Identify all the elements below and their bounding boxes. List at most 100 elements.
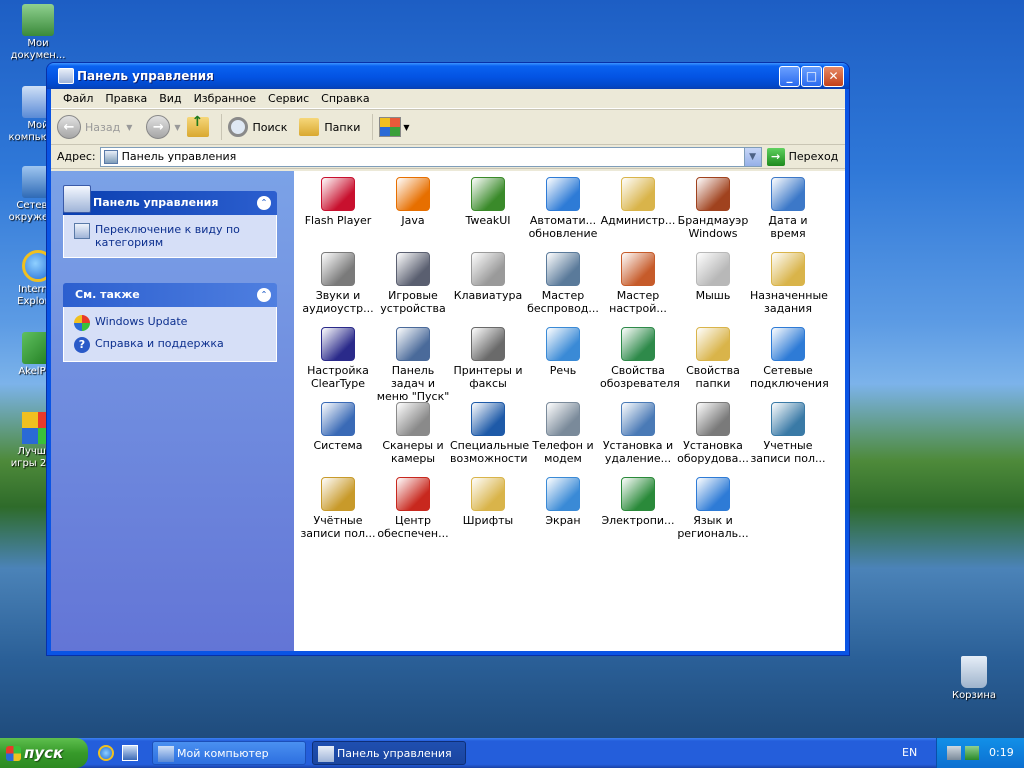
forward-dropdown-icon[interactable]: ▼ — [174, 123, 180, 132]
menu-favorites[interactable]: Избранное — [188, 92, 262, 105]
forward-button[interactable]: → ▼ — [146, 115, 181, 139]
menu-help[interactable]: Справка — [315, 92, 375, 105]
control-panel-item[interactable]: Речь — [525, 327, 601, 377]
control-panel-item[interactable]: Клавиатура — [450, 252, 526, 302]
control-panel-item[interactable]: Учетные записи пол... — [750, 402, 826, 465]
menu-file[interactable]: Файл — [57, 92, 99, 105]
control-panel-item-label: Клавиатура — [453, 289, 523, 302]
control-panel-item[interactable]: Система — [300, 402, 376, 452]
control-panel-item-icon — [396, 252, 430, 286]
close-button[interactable]: ✕ — [823, 66, 844, 87]
address-dropdown-icon[interactable]: ▼ — [743, 147, 761, 166]
language-indicator[interactable]: EN — [902, 746, 917, 759]
control-panel-item[interactable]: Настройка ClearType — [300, 327, 376, 390]
system-tray: 0:19 — [936, 738, 1024, 768]
address-value: Панель управления — [121, 150, 237, 163]
toolbar-separator — [372, 114, 374, 140]
control-panel-item[interactable]: Язык и региональ... — [675, 477, 751, 540]
panel-header-see-also[interactable]: См. также ⌃ — [63, 283, 277, 307]
taskbar-task-my-computer[interactable]: Мой компьютер — [152, 741, 306, 765]
control-panel-item[interactable]: Сетевые подключения — [750, 327, 829, 390]
control-panel-item[interactable]: Панель задач и меню "Пуск" — [375, 327, 451, 403]
control-panel-item[interactable]: Назначенные задания — [750, 252, 828, 315]
control-panel-item[interactable]: Мастер настрой... — [600, 252, 676, 315]
control-panel-item[interactable]: Сканеры и камеры — [375, 402, 451, 465]
control-panel-item-icon — [696, 477, 730, 511]
control-panel-item-label: Мастер беспровод... — [527, 289, 599, 315]
control-panel-item-icon — [621, 402, 655, 436]
control-panel-item-icon — [696, 402, 730, 436]
desktop-icon-my-documents[interactable]: Мои докумен... — [8, 4, 68, 62]
back-dropdown-icon[interactable]: ▼ — [126, 123, 132, 132]
control-panel-item-icon — [396, 327, 430, 361]
control-panel-item[interactable]: Свойства обозревателя — [600, 327, 680, 390]
control-panel-item[interactable]: Звуки и аудиоустр... — [300, 252, 376, 315]
control-panel-item[interactable]: Телефон и модем — [525, 402, 601, 465]
back-button[interactable]: ← Назад ▼ — [57, 115, 132, 139]
views-button[interactable]: ▼ — [379, 117, 410, 137]
control-panel-item[interactable]: Установка и удаление... — [600, 402, 676, 465]
control-panel-item[interactable]: Дата и время — [750, 177, 826, 240]
safely-remove-tray-icon[interactable] — [965, 746, 979, 760]
control-panel-item-label: Дата и время — [768, 214, 808, 240]
category-view-icon — [74, 223, 90, 239]
control-panel-item[interactable]: Java — [375, 177, 451, 227]
go-button[interactable]: → Переход — [766, 147, 838, 166]
control-panel-item[interactable]: Учётные записи пол... — [300, 477, 376, 540]
taskbar-task-control-panel[interactable]: Панель управления — [312, 741, 466, 765]
control-panel-item[interactable]: Flash Player — [300, 177, 376, 227]
help-and-support-link[interactable]: ? Справка и поддержка — [74, 337, 268, 353]
control-panel-item-label: TweakUI — [465, 214, 511, 227]
control-panel-item[interactable]: Свойства папки — [675, 327, 751, 390]
control-panel-item[interactable]: Центр обеспечен... — [375, 477, 451, 540]
control-panel-item[interactable]: Брандмауэр Windows — [675, 177, 751, 240]
title-bar[interactable]: Панель управления _ □ ✕ — [47, 63, 849, 89]
control-panel-item[interactable]: Принтеры и факсы — [450, 327, 526, 390]
panel-see-also: См. также ⌃ Windows Update ? Справка и п… — [63, 283, 277, 362]
collapse-chevron-icon[interactable]: ⌃ — [257, 288, 271, 302]
quick-launch-desktop-icon[interactable] — [122, 745, 138, 761]
switch-to-category-view-link[interactable]: Переключение к виду по категориям — [74, 223, 268, 249]
search-button[interactable]: Поиск — [227, 117, 287, 137]
windows-update-link[interactable]: Windows Update — [74, 315, 268, 331]
up-folder-icon: ↑ — [186, 114, 209, 137]
control-panel-item[interactable]: Администр... — [600, 177, 676, 227]
control-panel-item-label: Администр... — [600, 214, 676, 227]
go-arrow-icon: → — [766, 147, 785, 166]
control-panel-item[interactable]: Электропи... — [600, 477, 676, 527]
control-panel-item[interactable]: Автомати... обновление — [525, 177, 601, 240]
control-panel-item-icon — [396, 477, 430, 511]
control-panel-small-icon — [103, 149, 118, 164]
menu-edit[interactable]: Правка — [99, 92, 153, 105]
control-panel-item[interactable]: Игровые устройства — [375, 252, 451, 315]
control-panel-item[interactable]: TweakUI — [450, 177, 526, 227]
maximize-button[interactable]: □ — [801, 66, 822, 87]
control-panel-item[interactable]: Специальные возможности — [450, 402, 529, 465]
control-panel-item[interactable]: Экран — [525, 477, 601, 527]
quick-launch-ie-icon[interactable] — [98, 745, 114, 761]
collapse-chevron-icon[interactable]: ⌃ — [257, 196, 271, 210]
control-panel-item[interactable]: Установка оборудова... — [675, 402, 751, 465]
control-panel-item[interactable]: Мышь — [675, 252, 751, 302]
start-button[interactable]: пуск — [0, 738, 88, 768]
control-panel-item-icon — [471, 177, 505, 211]
control-panel-item[interactable]: Мастер беспровод... — [525, 252, 601, 315]
desktop-icon-recycle-bin[interactable]: Корзина — [944, 656, 1004, 702]
menu-view[interactable]: Вид — [153, 92, 187, 105]
minimize-button[interactable]: _ — [779, 66, 800, 87]
control-panel-item-icon — [621, 252, 655, 286]
folders-button[interactable]: Папки — [299, 118, 360, 136]
views-dropdown-icon: ▼ — [403, 122, 410, 132]
address-input[interactable]: Панель управления ▼ — [99, 146, 762, 167]
desktop-icon-label: Мои докумен... — [10, 38, 66, 61]
control-panel-item-label: Панель задач и меню "Пуск" — [376, 364, 450, 403]
up-folder-button[interactable]: ↑ — [186, 114, 209, 137]
network-tray-icon[interactable] — [947, 746, 961, 760]
panel-header-control-panel[interactable]: Панель управления ⌃ — [63, 185, 277, 215]
control-panel-item-icon — [696, 327, 730, 361]
control-panel-item-label: Брандмауэр Windows — [677, 214, 749, 240]
control-panel-item[interactable]: Шрифты — [450, 477, 526, 527]
start-label: пуск — [24, 744, 64, 762]
menu-tools[interactable]: Сервис — [262, 92, 315, 105]
clock: 0:19 — [989, 746, 1014, 759]
